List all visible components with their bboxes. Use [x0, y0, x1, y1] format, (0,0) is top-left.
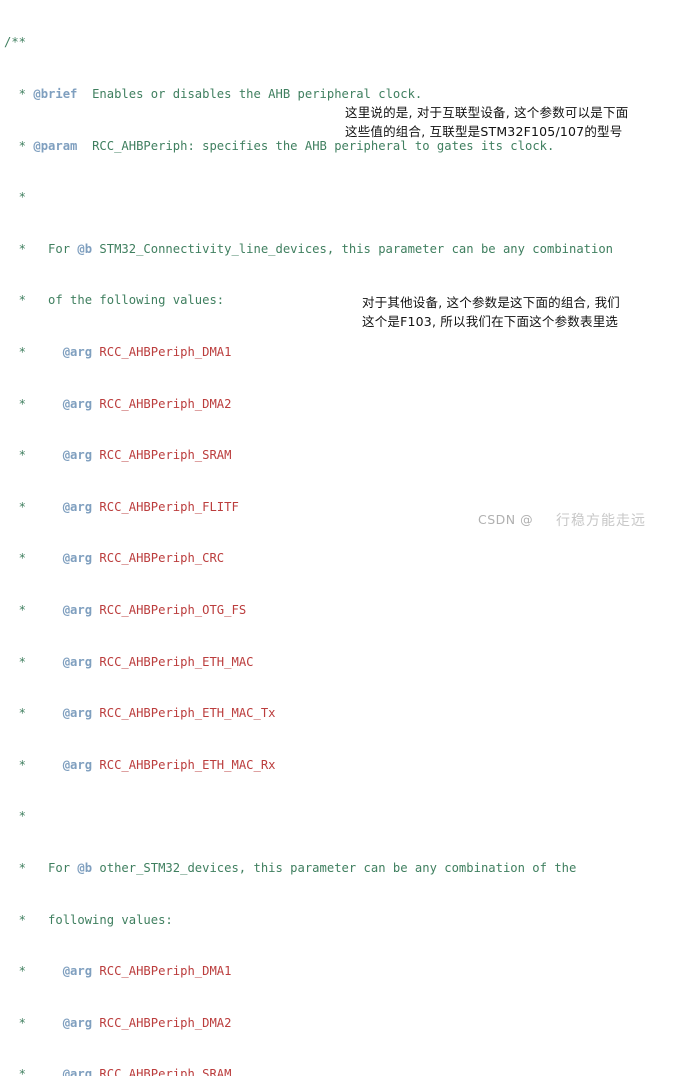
code-line: * @arg RCC_AHBPeriph_ETH_MAC_Rx — [4, 757, 276, 772]
code-line: * @arg RCC_AHBPeriph_DMA1 — [4, 964, 232, 979]
username-watermark: 行稳方能走远 — [556, 513, 646, 529]
code-line: * For @b other_STM32_devices, this param… — [4, 860, 577, 875]
code-line: * @brief Enables or disables the AHB per… — [4, 87, 423, 101]
code-line: * @arg RCC_AHBPeriph_ETH_MAC — [4, 654, 254, 669]
code-line: * — [4, 190, 27, 205]
annotation-line-1: 这里说的是, 对于互联型设备, 这个参数可以是下面 — [345, 105, 629, 120]
code-line: * @arg RCC_AHBPeriph_OTG_FS — [4, 602, 247, 617]
annotation-line-1: 对于其他设备, 这个参数是这下面的组合, 我们 — [362, 295, 620, 310]
code-line: * For @b STM32_Connectivity_line_devices… — [4, 241, 614, 256]
code-line: * @arg RCC_AHBPeriph_DMA2 — [4, 396, 232, 411]
code-editor-pane[interactable]: /** * @brief Enables or disables the AHB… — [0, 0, 682, 1076]
code-line: * @arg RCC_AHBPeriph_DMA1 — [4, 344, 232, 359]
comment-text: /** — [4, 35, 27, 50]
code-line: * @arg RCC_AHBPeriph_SRAM — [4, 448, 232, 463]
code-line: /** — [0, 34, 682, 51]
annotation-line-2: 这些值的组合, 互联型是STM32F105/107的型号 — [345, 124, 623, 139]
csdn-watermark: CSDN @ — [478, 512, 534, 527]
annotation-note-connectivity-line: 这里说的是, 对于互联型设备, 这个参数可以是下面 这些值的组合, 互联型是ST… — [345, 103, 628, 141]
code-line: * @arg RCC_AHBPeriph_DMA2 — [4, 1015, 232, 1030]
code-line: * @arg RCC_AHBPeriph_ETH_MAC_Tx — [4, 706, 276, 721]
annotation-line-2: 这个是F103, 所以我们在下面这个参数表里选 — [362, 314, 619, 329]
code-line: * @arg RCC_AHBPeriph_CRC — [4, 551, 225, 566]
code-line: * @arg RCC_AHBPeriph_SRAM — [4, 1067, 232, 1076]
annotation-note-other-devices: 对于其他设备, 这个参数是这下面的组合, 我们 这个是F103, 所以我们在下面… — [362, 293, 620, 331]
code-line: * following values: — [4, 912, 173, 927]
code-line: * — [4, 809, 27, 824]
